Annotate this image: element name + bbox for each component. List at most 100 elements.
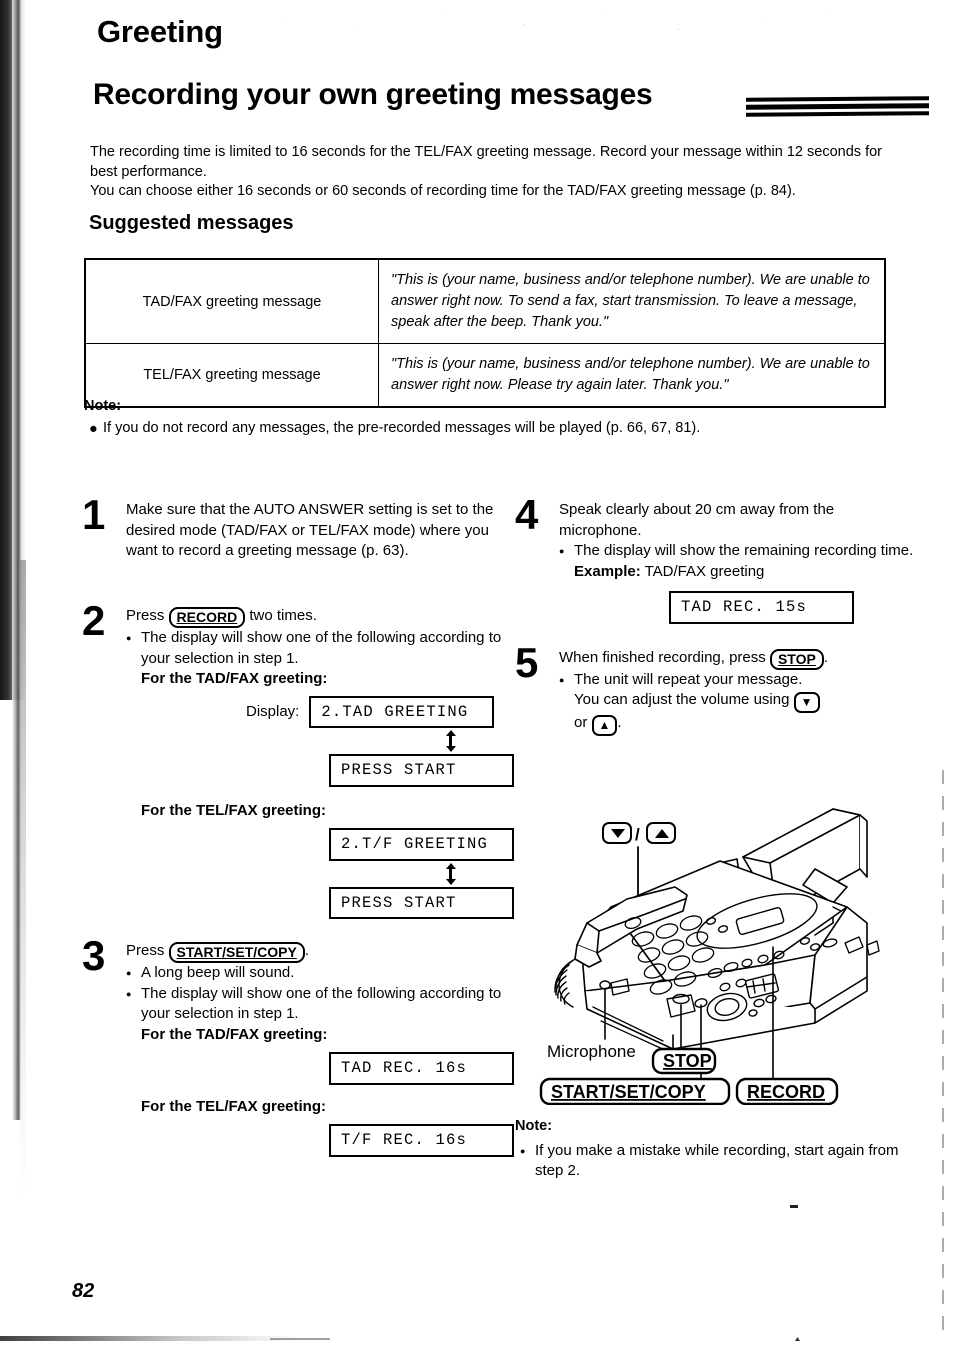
section-title: Greeting bbox=[97, 14, 223, 49]
step-2-display-row-3: 2.T/F GREETING bbox=[329, 828, 514, 861]
example-value: TAD/FAX greeting bbox=[644, 562, 765, 580]
scan-bottom-smudge bbox=[0, 1336, 300, 1341]
svg-text:STOP: STOP bbox=[663, 1051, 712, 1071]
table-cell-message: "This is (your name, business and/or tel… bbox=[378, 258, 886, 344]
subsection-title: Suggested messages bbox=[89, 212, 294, 234]
down-triangle-icon: ▼ bbox=[800, 695, 813, 709]
note-top-text: If you do not record any messages, the p… bbox=[103, 420, 701, 436]
table-row: TAD/FAX greeting message "This is (your … bbox=[84, 258, 886, 344]
suggested-messages-table: TAD/FAX greeting message "This is (your … bbox=[84, 258, 886, 408]
svg-text:START/SET/COPY: START/SET/COPY bbox=[551, 1082, 706, 1102]
step-number: 2 bbox=[82, 597, 106, 644]
lcd-display-press-start: PRESS START bbox=[329, 754, 514, 787]
step-1-text: Make sure that the AUTO ANSWER setting i… bbox=[126, 501, 494, 559]
stop-button-chip[interactable]: STOP bbox=[769, 648, 824, 670]
up-triangle-icon: ▲ bbox=[598, 718, 611, 732]
step-number: 1 bbox=[82, 491, 106, 538]
step-2: 2 Press RECORD two times. The display wi… bbox=[82, 600, 514, 919]
table-cell-label: TEL/FAX greeting message bbox=[84, 343, 379, 408]
note-bottom-bullet: ● If you make a mistake while recording,… bbox=[520, 1141, 900, 1181]
step-number: 4 bbox=[515, 491, 539, 538]
record-button-chip[interactable]: RECORD bbox=[168, 607, 246, 628]
step-3: 3 Press START/SET/COPY. A long beep will… bbox=[82, 935, 514, 1157]
note-bottom-heading: Note: bbox=[515, 1118, 553, 1134]
step-5-bullet: The unit will repeat your message. You c… bbox=[559, 670, 915, 736]
example-label: Example: bbox=[574, 562, 641, 580]
note-bottom-text: If you make a mistake while recording, s… bbox=[535, 1142, 899, 1179]
step-3-after-button: . bbox=[304, 942, 309, 959]
start-set-copy-button-label: START/SET/COPY bbox=[176, 944, 297, 960]
step-3-display-row-2: T/F REC. 16s bbox=[329, 1124, 514, 1157]
lcd-display-tad-rec: TAD REC. 16s bbox=[329, 1052, 514, 1085]
step-number: 5 bbox=[515, 638, 539, 686]
lcd-display-tad-greeting: 2.TAD GREETING bbox=[309, 695, 495, 728]
page-number: 82 bbox=[72, 1280, 95, 1302]
step-2-tadfax-heading: For the TAD/FAX greeting: bbox=[141, 670, 328, 687]
step-2-display-row-4: PRESS START bbox=[329, 886, 514, 919]
step-1: 1 Make sure that the AUTO ANSWER setting… bbox=[82, 494, 502, 600]
step-3-telfax-heading: For the TEL/FAX greeting: bbox=[141, 1097, 327, 1115]
svg-text:RECORD: RECORD bbox=[747, 1082, 825, 1102]
step-2-after-button: two times. bbox=[249, 607, 317, 624]
step-4-example-line: Example: TAD/FAX greeting bbox=[574, 562, 915, 583]
volume-up-button-chip[interactable]: ▲ bbox=[591, 715, 618, 736]
table-cell-label: TAD/FAX greeting message bbox=[84, 258, 379, 344]
step-5-bullet-line-2a: You can adjust the volume using bbox=[574, 691, 790, 708]
table-row: TEL/FAX greeting message "This is (your … bbox=[84, 343, 886, 408]
step-2-display-row: Display: 2.TAD GREETING bbox=[246, 695, 502, 728]
step-3-body: Press START/SET/COPY. A long beep will s… bbox=[126, 941, 514, 1157]
step-2-telfax-heading: For the TEL/FAX greeting: bbox=[141, 801, 327, 819]
step-3-bullet-2: The display will show one of the followi… bbox=[126, 984, 502, 1025]
step-2-bullet: The display will show one of the followi… bbox=[126, 628, 502, 669]
step-3-press-line: Press START/SET/COPY. bbox=[126, 941, 502, 963]
bullet-icon: ● bbox=[89, 421, 98, 437]
step-5-after-button: . bbox=[823, 648, 828, 666]
step-2-press-line: Press RECORD two times. bbox=[126, 606, 502, 628]
bullet-icon: ● bbox=[520, 1146, 526, 1156]
right-column: 4 Speak clearly about 20 cm away from th… bbox=[515, 494, 915, 742]
record-button-label: RECORD bbox=[176, 609, 238, 625]
microphone-label: Microphone bbox=[547, 1042, 636, 1061]
stop-callout-chip: STOP bbox=[651, 1047, 717, 1075]
press-word: Press bbox=[126, 607, 165, 624]
step-5-body: When finished recording, press STOP. The… bbox=[559, 648, 915, 736]
fax-machine-illustration: / Microphone STOP START/SET/COPY RECORD bbox=[515, 795, 940, 1105]
scan-speckle-noise bbox=[230, 4, 870, 38]
arrow-alternate-icon bbox=[398, 862, 502, 885]
step-4-text: Speak clearly about 20 cm away from the … bbox=[559, 501, 835, 539]
lcd-display-press-start-2: PRESS START bbox=[329, 886, 514, 919]
lcd-display-tad-rec-15s: TAD REC. 15s bbox=[669, 591, 854, 624]
step-number: 3 bbox=[82, 932, 106, 979]
intro-line-1: The recording time is limited to 16 seco… bbox=[90, 144, 882, 180]
scan-dot-artifact-upper bbox=[790, 1205, 798, 1208]
step-4-body: Speak clearly about 20 cm away from the … bbox=[559, 500, 915, 624]
start-set-copy-callout-chip: START/SET/COPY bbox=[539, 1077, 731, 1105]
scan-binding-fade bbox=[20, 560, 26, 1200]
step-5-bullet-line-2b: or bbox=[574, 714, 588, 731]
title-rule-decoration bbox=[746, 96, 929, 119]
step-5-lead: When finished recording, press bbox=[559, 648, 766, 666]
arrow-alternate-icon bbox=[398, 730, 502, 752]
step-3-tadfax-heading: For the TAD/FAX greeting: bbox=[141, 1025, 328, 1043]
start-set-copy-button-chip[interactable]: START/SET/COPY bbox=[168, 942, 305, 963]
record-callout-chip: RECORD bbox=[735, 1077, 839, 1105]
step-5: 5 When finished recording, press STOP. T… bbox=[515, 641, 915, 736]
step-5-bullet-line-1: The unit will repeat your message. bbox=[574, 670, 803, 688]
note-top-heading: Note: bbox=[84, 398, 122, 414]
step-4-bullet: The display will show the remaining reco… bbox=[559, 541, 915, 562]
step-2-body: Press RECORD two times. The display will… bbox=[126, 606, 514, 919]
step-4-display-row: TAD REC. 15s bbox=[669, 591, 915, 624]
stop-button-label: STOP bbox=[777, 650, 816, 667]
scan-dot-artifact-lower bbox=[795, 1337, 800, 1341]
volume-arrow-chips-callout: / bbox=[602, 822, 676, 844]
step-3-display-row-1: TAD REC. 16s bbox=[329, 1052, 514, 1085]
handset-cord bbox=[554, 958, 576, 1008]
step-5-bullet-line-2c: . bbox=[617, 714, 622, 731]
display-label: Display: bbox=[246, 702, 300, 720]
press-word: Press bbox=[126, 942, 165, 959]
step-3-bullet-1: A long beep will sound. bbox=[126, 963, 502, 984]
intro-line-2: You can choose either 16 seconds or 60 s… bbox=[90, 183, 796, 199]
intro-paragraph: The recording time is limited to 16 seco… bbox=[90, 143, 896, 202]
step-5-lead-line: When finished recording, press STOP. bbox=[559, 648, 915, 670]
volume-down-button-chip[interactable]: ▼ bbox=[793, 692, 820, 713]
